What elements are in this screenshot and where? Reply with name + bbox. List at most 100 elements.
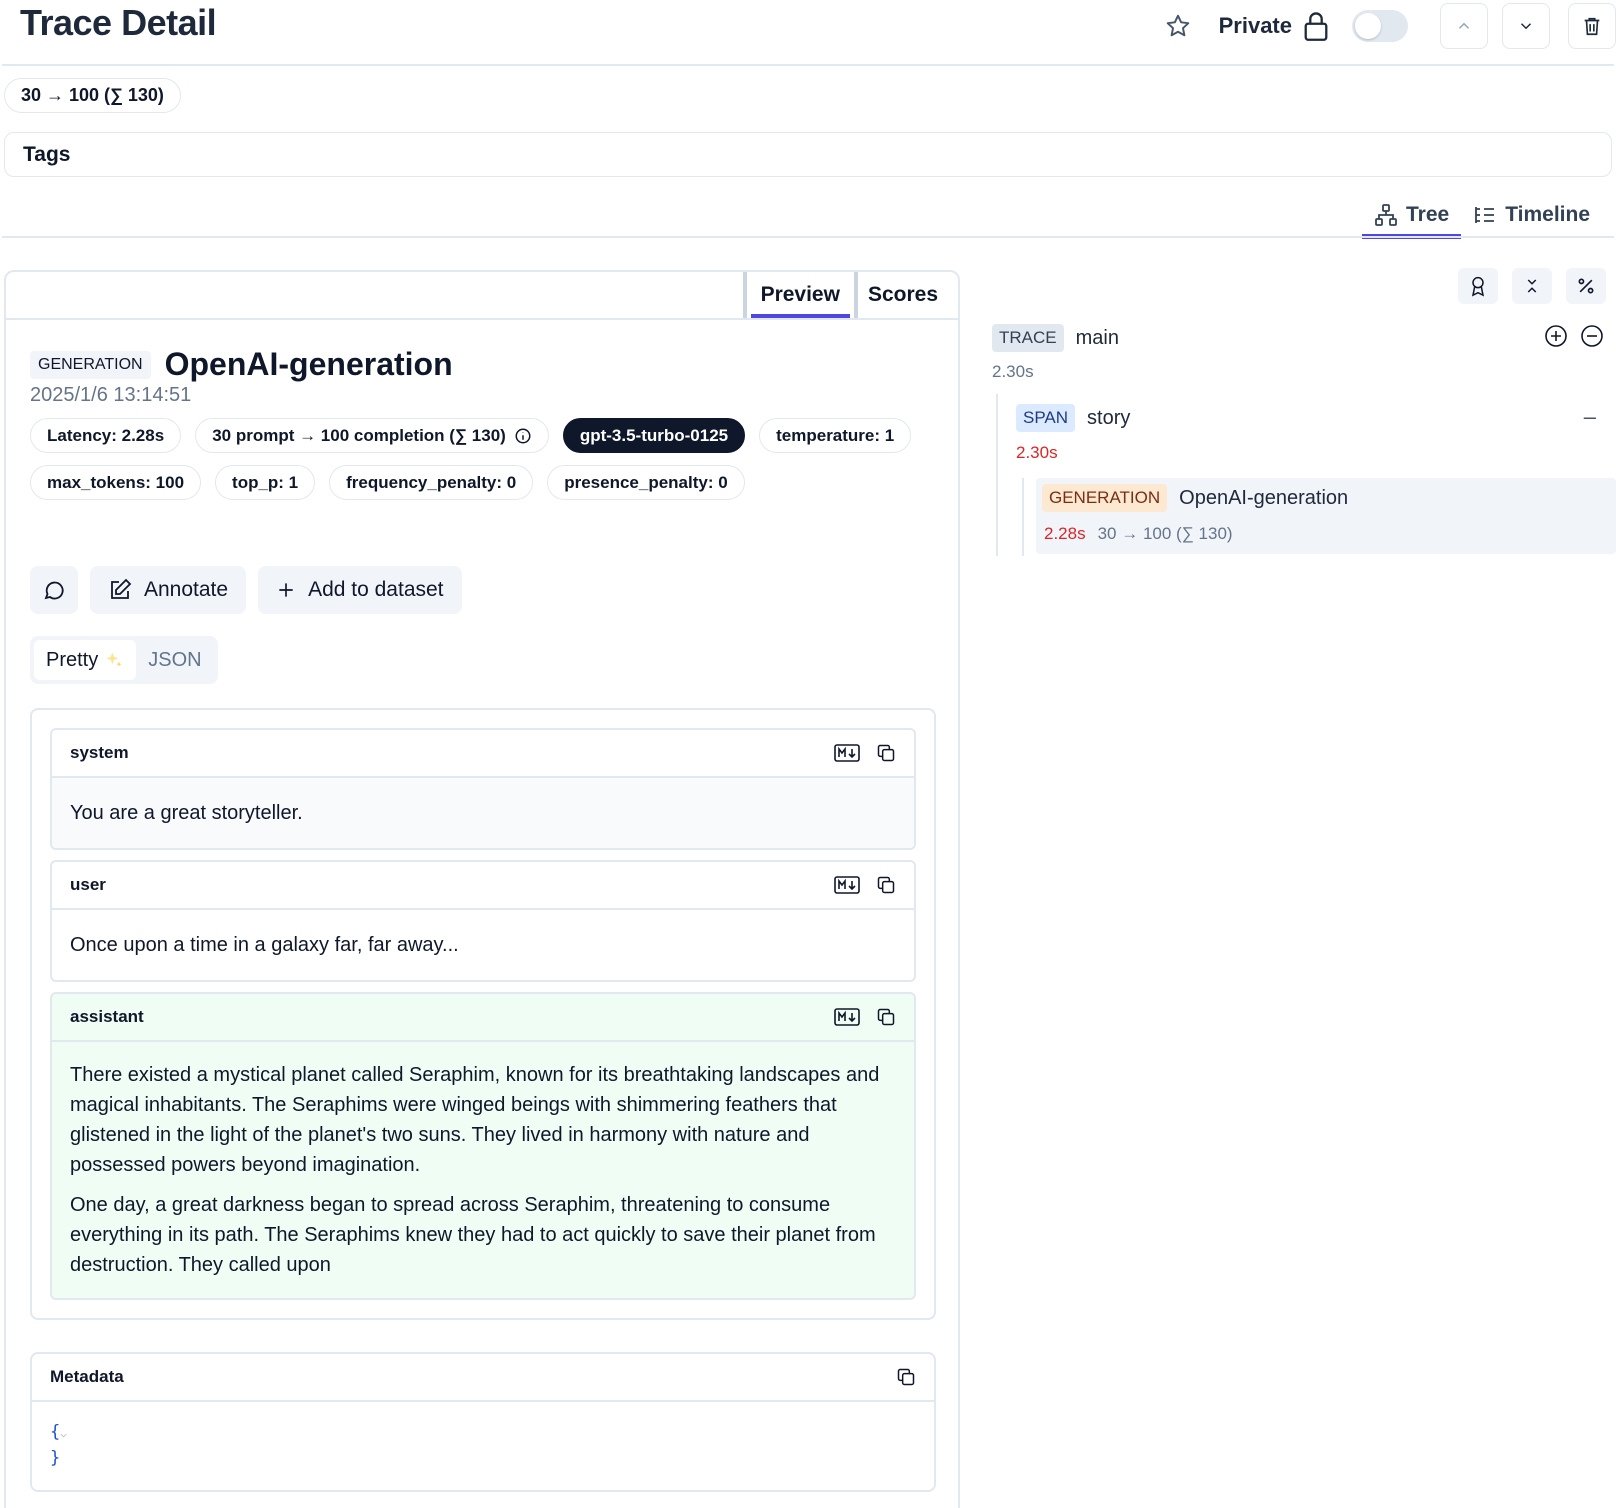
trace-type-badge: TRACE [992,324,1064,352]
message-header: assistant [52,994,914,1042]
pretty-option[interactable]: Pretty [34,640,137,680]
tree-indent-line [1022,478,1024,556]
span-collapse-button[interactable]: – [1584,404,1596,430]
next-trace-button[interactable] [1502,3,1550,49]
observation-tabs: Preview Scores [742,272,948,320]
observation-tabs-divider [6,318,958,320]
percentage-button[interactable] [1566,268,1606,304]
tags-box[interactable]: Tags [4,132,1612,177]
chevron-down-icon [1520,23,1532,30]
message-header: user [52,862,914,910]
expand-circle-icon[interactable] [1544,324,1568,348]
generation-name: OpenAI-generation [1179,486,1349,509]
info-icon[interactable] [514,427,532,445]
trace-usage-pill: 30 → 100 (∑ 130) [4,78,181,113]
collapse-circle-icon[interactable] [1580,324,1604,348]
show-scores-button[interactable] [1458,268,1498,304]
tree-node-generation[interactable]: GENERATION OpenAI-generation 2.28s 30 → … [1036,478,1616,554]
add-to-dataset-label: Add to dataset [308,578,444,601]
collapse-all-button[interactable] [1512,268,1552,304]
span-name: story [1087,406,1131,429]
add-to-dataset-button[interactable]: Add to dataset [258,566,462,614]
tab-scores[interactable]: Scores [853,272,948,318]
usage-pill: 30 prompt → 100 completion (∑ 130) [195,418,549,453]
message-tools [834,875,896,895]
trace-duration: 2.30s [992,362,1034,381]
tab-tree[interactable]: Tree [1361,192,1462,239]
json-option[interactable]: JSON [136,640,213,680]
temperature-pill: temperature: 1 [759,418,912,453]
tab-timeline[interactable]: Timeline [1461,192,1602,237]
page-header: Trace Detail Private [20,0,1616,66]
sparkles-icon [106,652,122,667]
observation-panel: Preview Scores GENERATION OpenAI-generat… [4,270,960,1508]
message-content: There existed a mystical planet called S… [52,1042,914,1298]
observation-timestamp: 2025/1/6 13:14:51 [30,384,192,406]
view-tabs: Tree Timeline [1361,192,1602,239]
latency-pill: Latency: 2.28s [30,418,182,453]
message-paragraph: One day, a great darkness began to sprea… [70,1194,876,1276]
delete-button[interactable] [1568,3,1616,49]
generation-type-badge: GENERATION [1042,484,1168,512]
private-toggle[interactable] [1352,10,1408,42]
frequency-penalty-pill: frequency_penalty: 0 [329,465,534,500]
copy-icon[interactable] [896,1367,916,1387]
tree-node-trace[interactable]: TRACE main [992,324,1119,352]
tree-node-span[interactable]: SPAN story [1016,404,1130,432]
annotate-button[interactable]: Annotate [90,566,247,614]
metadata-label: Metadata [50,1367,124,1386]
metadata-json: {⌵ } [32,1402,934,1488]
tags-label: Tags [23,142,71,166]
message-header: system [52,730,914,778]
message-tools [834,1007,896,1027]
tab-preview[interactable]: Preview [742,272,854,320]
edit-icon [111,578,132,599]
tab-timeline-label: Timeline [1505,202,1590,226]
model-pill: gpt-3.5-turbo-0125 [562,418,746,453]
format-toggle: Pretty JSON [30,636,218,684]
presence-penalty-pill: presence_penalty: 0 [547,465,745,500]
message-role: assistant [70,1007,144,1026]
generation-meta: 2.28s 30 → 100 (∑ 130) [1044,524,1233,544]
markdown-icon[interactable] [834,875,860,895]
markdown-icon[interactable] [834,743,860,763]
header-actions: Private [1165,0,1616,52]
tree-indent-line [996,394,998,556]
usage-pill-label: 30 prompt → 100 completion (∑ 130) [212,425,506,445]
span-duration: 2.30s [1016,443,1058,462]
metadata-section: Metadata {⌵ } [30,1352,936,1492]
message-role: user [70,875,106,894]
percent-icon [1578,278,1594,294]
timeline-icon [1475,206,1495,223]
copy-icon[interactable] [876,875,896,895]
observation-header: GENERATION OpenAI-generation [30,346,453,383]
message-tools [834,743,896,763]
observation-name: OpenAI-generation [164,346,453,382]
chevrons-collapse-icon [1527,279,1537,293]
span-type-badge: SPAN [1016,404,1076,432]
markdown-icon[interactable] [834,1007,860,1027]
private-label: Private [1218,13,1292,38]
json-close-brace: } [50,1448,61,1468]
top-p-pill: top_p: 1 [215,465,316,500]
generation-row: GENERATION OpenAI-generation [1042,484,1348,512]
messages-container: system You are a great storyteller. user… [30,708,936,1320]
generation-usage: 30 → 100 (∑ 130) [1097,524,1233,543]
annotate-label: Annotate [144,578,229,601]
tabs-divider [2,236,1614,238]
copy-icon[interactable] [876,743,896,763]
copy-icon[interactable] [876,1007,896,1027]
collapse-caret-icon[interactable]: ⌵ [60,1427,67,1440]
observation-type-badge: GENERATION [30,350,151,379]
message-content: You are a great storyteller. [52,778,914,848]
generation-duration: 2.28s [1044,524,1086,543]
star-icon[interactable] [1165,13,1191,39]
chevron-up-icon [1458,22,1470,29]
tree-icon [1375,203,1397,226]
previous-trace-button[interactable] [1440,3,1488,49]
trash-icon [1584,17,1600,36]
lock-icon [1302,10,1330,42]
max-tokens-pill: max_tokens: 100 [30,465,202,500]
message-user: user Once upon a time in a galaxy far, f… [50,860,916,982]
comment-button[interactable] [30,566,78,614]
